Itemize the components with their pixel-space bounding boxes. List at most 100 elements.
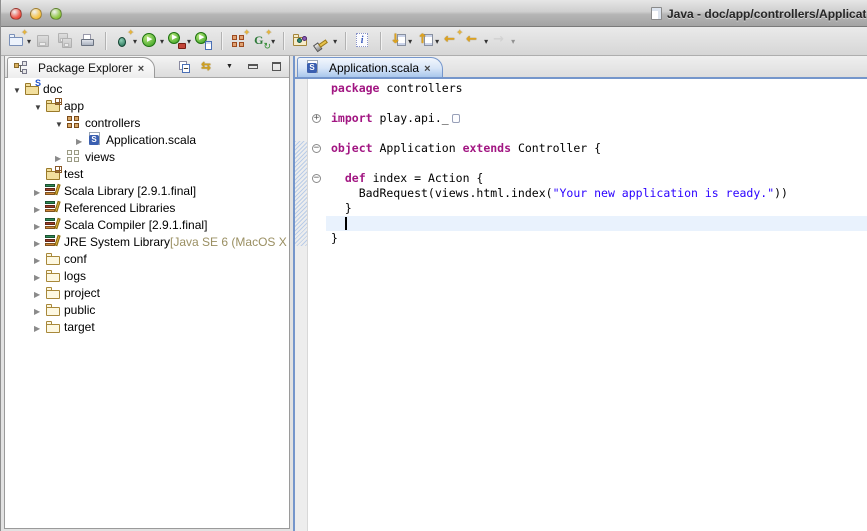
new-wizard-button[interactable]: ✦ xyxy=(7,30,32,52)
library-icon xyxy=(45,183,61,198)
code-line[interactable]: package controllers xyxy=(326,81,867,96)
fold-expand-icon[interactable]: + xyxy=(312,114,321,123)
save-button[interactable] xyxy=(34,30,54,52)
expand-arrow-icon[interactable] xyxy=(34,303,45,317)
save-all-button[interactable] xyxy=(56,30,76,52)
toolbar-separator xyxy=(221,32,222,50)
expand-arrow-icon[interactable] xyxy=(34,218,45,232)
tree-item-logs[interactable]: logs xyxy=(5,267,289,284)
tab-package-explorer[interactable]: Package Explorer xyxy=(7,57,155,78)
tree-item-doc[interactable]: Sdoc xyxy=(5,80,289,97)
expand-arrow-icon[interactable] xyxy=(34,184,45,198)
expand-arrow-icon[interactable] xyxy=(34,320,45,334)
view-menu-button[interactable]: ▼ xyxy=(223,56,239,78)
expand-arrow-icon[interactable] xyxy=(34,252,45,266)
search-button[interactable] xyxy=(313,30,338,52)
tree-item-test[interactable]: test xyxy=(5,165,289,182)
collapse-arrow-icon[interactable] xyxy=(13,82,24,96)
tree-item-label: app xyxy=(64,99,84,113)
code-line[interactable]: def index = Action { xyxy=(326,171,867,186)
tree-item-scala[interactable]: Scala Compiler [2.9.1.final] xyxy=(5,216,289,233)
scala-file-icon: S xyxy=(87,132,103,147)
folder-icon xyxy=(45,319,61,334)
code-line[interactable]: } xyxy=(326,231,867,246)
expand-arrow-icon[interactable] xyxy=(55,150,66,164)
tree-item-controllers[interactable]: controllers xyxy=(5,114,289,131)
folding-gutter[interactable]: + − − xyxy=(308,79,326,531)
collapse-arrow-icon[interactable] xyxy=(55,116,66,130)
fold-collapse-icon[interactable]: − xyxy=(312,174,321,183)
tree-item-app[interactable]: app xyxy=(5,97,289,114)
tree-item-public[interactable]: public xyxy=(5,301,289,318)
sparkle-overlay: ✦ xyxy=(265,28,272,37)
tab-application-scala[interactable]: S Application.scala xyxy=(297,57,443,77)
code-token-plain: play.api._ xyxy=(373,111,449,125)
new-scala-wizard-button[interactable]: G↻✦ xyxy=(251,30,276,52)
run-config-button[interactable]: ▶ xyxy=(194,30,214,52)
fold-collapse-icon[interactable]: − xyxy=(312,144,321,153)
code-line[interactable] xyxy=(326,126,867,141)
collapse-all-icon: − xyxy=(178,60,192,74)
next-annotation-button[interactable]: ↓ xyxy=(388,30,413,52)
folder-icon xyxy=(45,302,61,317)
print-button[interactable] xyxy=(78,30,98,52)
minimize-view-icon xyxy=(247,60,261,74)
last-edit-location-button[interactable]: ←✦ xyxy=(442,30,462,52)
scala-project-icon: S xyxy=(24,81,40,96)
tree-item-views[interactable]: views xyxy=(5,148,289,165)
close-icon[interactable] xyxy=(424,61,430,75)
zoom-button[interactable] xyxy=(50,8,62,20)
expand-arrow-icon[interactable] xyxy=(34,235,45,249)
folded-region-indicator[interactable] xyxy=(452,114,460,123)
link-with-editor-button[interactable]: ⇆ xyxy=(200,56,216,78)
code-line[interactable]: BadRequest(views.html.index("Your new ap… xyxy=(326,186,867,201)
code-line[interactable] xyxy=(326,96,867,111)
expand-arrow-icon[interactable] xyxy=(76,133,87,147)
code-line-current[interactable] xyxy=(326,216,867,231)
project-tree[interactable]: Sdoc appcontrollersSApplication.scalaview… xyxy=(5,79,289,528)
tree-item-referenced[interactable]: Referenced Libraries xyxy=(5,199,289,216)
annotation-ruler[interactable] xyxy=(295,79,308,531)
debug-button[interactable]: ✦ xyxy=(113,30,138,52)
library-icon xyxy=(45,234,61,249)
tree-item-label: Scala Compiler [2.9.1.final] xyxy=(64,218,207,232)
title-bar[interactable]: Java - doc/app/controllers/Application.s… xyxy=(1,0,867,27)
code-text-area[interactable]: package controllers import play.api._obje… xyxy=(326,79,867,531)
tree-item-project[interactable]: project xyxy=(5,284,289,301)
code-line[interactable]: } xyxy=(326,201,867,216)
expand-arrow-icon[interactable] xyxy=(34,286,45,300)
tree-item-scala[interactable]: Scala Library [2.9.1.final] xyxy=(5,182,289,199)
close-icon[interactable] xyxy=(138,61,144,75)
package-empty-icon xyxy=(66,149,82,164)
expand-arrow-icon[interactable] xyxy=(34,269,45,283)
forward-button[interactable]: → xyxy=(491,30,516,52)
tree-item-conf[interactable]: conf xyxy=(5,250,289,267)
next-annotation-icon: ↓ xyxy=(389,32,407,50)
code-line[interactable] xyxy=(326,156,867,171)
back-button[interactable]: ← xyxy=(464,30,489,52)
code-line[interactable]: object Application extends Controller { xyxy=(326,141,867,156)
forward-icon: → xyxy=(492,32,510,50)
maximize-view-button[interactable] xyxy=(269,56,285,78)
toolbar-separator xyxy=(345,32,346,50)
open-type-button[interactable] xyxy=(291,30,311,52)
run-history-button[interactable]: ▶ xyxy=(167,30,192,52)
tree-item-jre[interactable]: JRE System Library [Java SE 6 (MacOS X D… xyxy=(5,233,289,250)
close-button[interactable] xyxy=(10,8,22,20)
document-proxy-icon[interactable] xyxy=(651,7,662,20)
library-icon xyxy=(45,217,61,232)
prev-annotation-button[interactable]: ↑ xyxy=(415,30,440,52)
minimize-button[interactable] xyxy=(30,8,42,20)
collapse-arrow-icon[interactable] xyxy=(34,99,45,113)
new-java-project-button[interactable]: ✦ xyxy=(229,30,249,52)
minimize-view-button[interactable] xyxy=(246,56,262,78)
collapse-all-button[interactable]: − xyxy=(177,56,193,78)
code-editor[interactable]: + − − package controllers import play.api._… xyxy=(295,79,867,531)
debug-icon: ✦ xyxy=(114,32,132,50)
tree-item-target[interactable]: target xyxy=(5,318,289,335)
info-button[interactable]: i xyxy=(353,30,373,52)
tree-item-application.scala[interactable]: SApplication.scala xyxy=(5,131,289,148)
code-line[interactable]: import play.api._ xyxy=(326,111,867,126)
expand-arrow-icon[interactable] xyxy=(34,201,45,215)
run-button[interactable]: ▶ xyxy=(140,30,165,52)
